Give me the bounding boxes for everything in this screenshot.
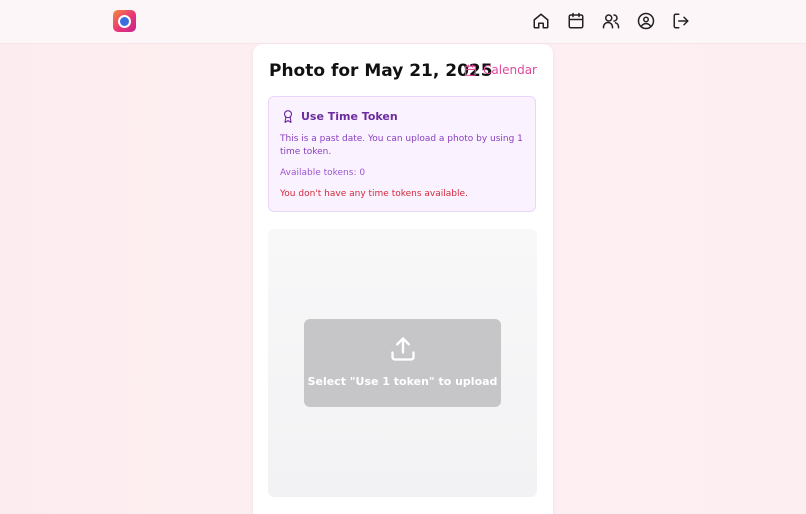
- friends-icon[interactable]: [602, 12, 620, 30]
- token-panel-header: Use Time Token: [281, 109, 398, 124]
- photo-day-card: Photo for May 21, 2025 Calendar Use Time…: [253, 44, 553, 514]
- calendar-icon: [465, 64, 476, 76]
- award-icon: [283, 110, 293, 123]
- token-description: This is a past date. You can upload a ph…: [280, 134, 523, 157]
- available-tokens: Available tokens: 0: [280, 168, 366, 178]
- profile-icon[interactable]: [637, 12, 655, 30]
- home-icon[interactable]: [532, 12, 550, 30]
- calendar-link[interactable]: Calendar: [464, 63, 537, 77]
- top-navbar: [0, 0, 806, 44]
- app-logo-icon[interactable]: [113, 10, 136, 32]
- photo-upload-area: Select "Use 1 token" to upload: [268, 229, 537, 497]
- time-token-panel: Use Time Token This is a past date. You …: [268, 96, 536, 212]
- page-title: Photo for May 21, 2025: [269, 61, 493, 81]
- upload-button[interactable]: Select "Use 1 token" to upload: [304, 319, 501, 407]
- token-error-message: You don't have any time tokens available…: [280, 189, 468, 199]
- logout-icon[interactable]: [672, 12, 690, 30]
- calendar-link-label: Calendar: [483, 63, 537, 77]
- calendar-icon[interactable]: [567, 12, 585, 30]
- upload-icon: [391, 337, 415, 361]
- upload-button-label: Select "Use 1 token" to upload: [307, 375, 498, 388]
- token-panel-title: Use Time Token: [301, 110, 398, 123]
